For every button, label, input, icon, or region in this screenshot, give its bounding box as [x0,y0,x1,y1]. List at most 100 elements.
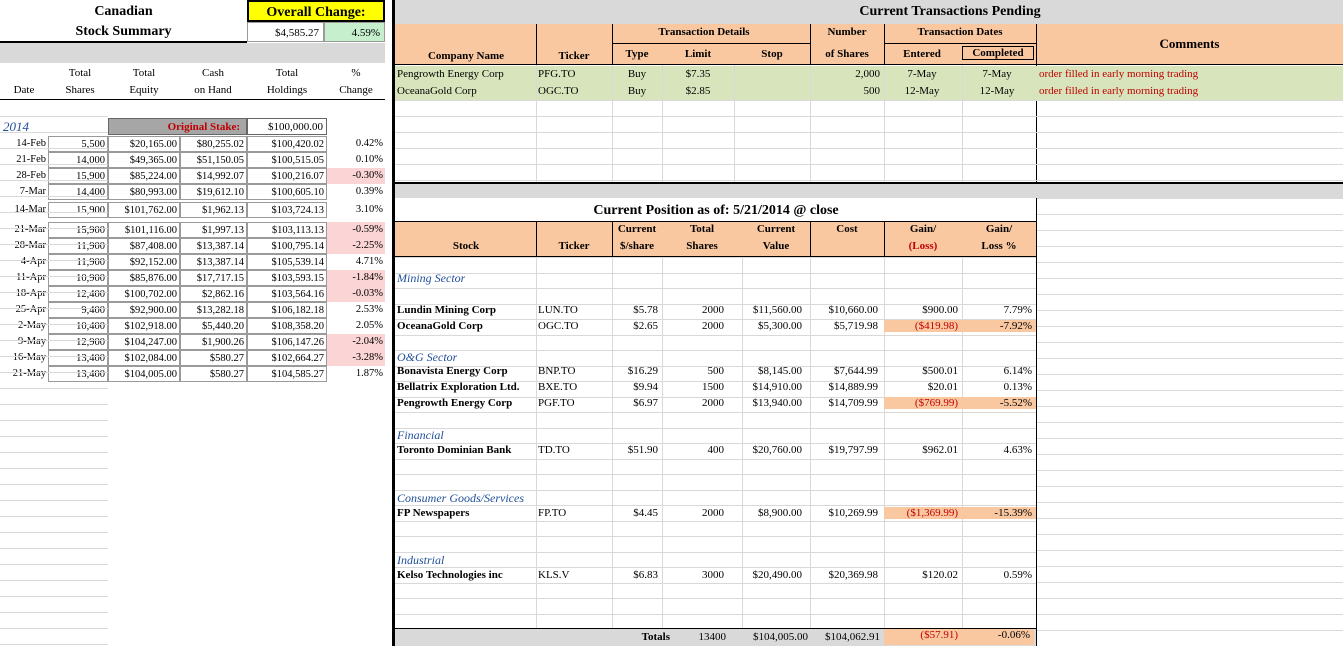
pos-hdr-value-2: Value [762,240,790,252]
pos-hdr-stock: Stock [452,240,480,252]
summary-cell-date: 25-Apr [0,302,48,318]
position-cell-gain: ($769.99) [884,397,962,409]
pos-hdr-gainpct-1: Gain/ [985,223,1013,235]
position-cell-cost: $10,269.99 [828,507,879,519]
position-cell-gainpct: 7.79% [1003,304,1032,316]
summary-cell-date: 28-Mar [0,238,48,254]
summary-cell-shares: 15,900 [48,222,108,238]
pending-cell-completed: 7-May [982,68,1012,80]
pending-hdr-entered: Entered [903,48,941,60]
pending-cell-limit: $7.35 [685,68,711,80]
pending-hdr-shares: of Shares [825,48,869,60]
pos-hdr-shares-2: Shares [686,240,718,252]
position-cell-gainpct: 0.13% [1003,381,1032,393]
summary-cell-cash: $17,717.15 [180,270,247,286]
sector-heading: Financial [397,428,444,442]
position-cell-gain: $120.02 [922,569,958,581]
position-cell-gainpct: 4.63% [1003,444,1032,456]
summary-cell-holdings: $103,593.15 [247,270,327,286]
totals-label: Totals [641,631,670,643]
summary-cell-shares: 5,500 [48,136,108,152]
pending-hdr-limit: Limit [684,48,712,60]
summary-cell-change: 0.39% [327,184,385,200]
position-cell-value: $20,760.00 [752,444,803,456]
pending-hdr-stop: Stop [761,48,783,60]
pending-group-dates: Transaction Dates [917,26,1003,38]
summary-cell-equity: $102,084.00 [108,350,180,366]
summary-cell-shares: 15,900 [48,202,108,218]
summary-cell-equity: $101,116.00 [108,222,180,238]
summary-cell-shares: 10,400 [48,318,108,334]
position-cell-stock: Kelso Technologies inc [397,569,503,581]
summary-cell-equity: $85,876.00 [108,270,180,286]
summary-cell-change: 1.87% [327,366,385,382]
summary-cell-cash: $14,992.07 [180,168,247,184]
position-cell-gainpct: -15.39% [962,507,1036,519]
hdr-total-equity-1: Total [132,67,156,79]
position-cell-shares: 2000 [702,507,724,519]
position-cell-shares: 400 [707,444,725,456]
position-cell-stock: Bellatrix Exploration Ltd. [397,381,520,393]
hdr-total-shares-1: Total [68,67,92,79]
summary-cell-date: 11-Apr [0,270,48,286]
pending-cell-comment: order filled in early morning trading [1039,85,1199,97]
position-cell-gain: ($419.98) [884,320,962,332]
summary-cell-holdings: $100,795.14 [247,238,327,254]
sector-heading: Industrial [397,553,445,567]
summary-cell-date: 18-Apr [0,286,48,302]
summary-cell-change: -2.04% [327,334,385,350]
pending-hdr-company: Company Name [427,50,505,62]
summary-cell-date: 14-Feb [0,136,48,152]
summary-cell-equity: $92,900.00 [108,302,180,318]
summary-cell-cash: $13,387.14 [180,238,247,254]
position-cell-cost: $20,369.98 [828,569,879,581]
pos-hdr-gain-1: Gain/ [909,223,937,235]
summary-cell-cash: $80,255.02 [180,136,247,152]
summary-cell-cash: $5,440.20 [180,318,247,334]
position-cell-price: $2.65 [633,320,658,332]
position-cell-value: $5,300.00 [758,320,802,332]
summary-cell-holdings: $102,664.27 [247,350,327,366]
position-cell-ticker: LUN.TO [538,304,578,316]
position-cell-stock: Bonavista Energy Corp [397,365,508,377]
position-cell-cost: $7,644.99 [834,365,878,377]
overall-change-pct: 4.59% [324,22,385,42]
summary-cell-cash: $13,387.14 [180,254,247,270]
summary-cell-equity: $102,918.00 [108,318,180,334]
summary-cell-equity: $100,702.00 [108,286,180,302]
position-cell-price: $4.45 [633,507,658,519]
summary-cell-date: 7-Mar [0,184,48,200]
pos-hdr-gainpct-2: Loss % [981,240,1017,252]
position-cell-stock: Lundin Mining Corp [397,304,497,316]
totals-cost: $104,062.91 [825,631,880,643]
summary-cell-equity: $92,152.00 [108,254,180,270]
summary-cell-shares: 11,900 [48,238,108,254]
hdr-holdings-1: Total [275,67,299,79]
hdr-total-equity-2: Equity [129,84,159,96]
pending-cell-entered: 7-May [907,68,937,80]
summary-cell-shares: 12,900 [48,334,108,350]
position-cell-price: $5.78 [633,304,658,316]
summary-cell-change: -1.84% [327,270,385,286]
summary-cell-change: -3.28% [327,350,385,366]
summary-cell-holdings: $105,539.14 [247,254,327,270]
summary-cell-date: 2-May [0,318,48,334]
summary-cell-cash: $1,997.13 [180,222,247,238]
sector-heading: Mining Sector [397,271,466,285]
summary-cell-shares: 11,900 [48,254,108,270]
pending-cell-limit: $2.85 [685,85,711,97]
summary-cell-holdings: $104,585.27 [247,366,327,382]
position-cell-value: $8,900.00 [758,507,802,519]
summary-cell-change: 0.10% [327,152,385,168]
position-cell-ticker: TD.TO [538,444,570,456]
summary-cell-change: -2.25% [327,238,385,254]
position-cell-ticker: FP.TO [538,507,567,519]
position-cell-value: $13,940.00 [752,397,803,409]
summary-cell-change: 2.53% [327,302,385,318]
summary-cell-holdings: $103,113.13 [247,222,327,238]
position-cell-cost: $14,709.99 [828,397,879,409]
pending-cell-company: Pengrowth Energy Corp [397,68,504,80]
hdr-cash-1: Cash [202,67,224,79]
summary-cell-holdings: $100,605.10 [247,184,327,200]
pending-cell-type: Buy [627,85,647,97]
